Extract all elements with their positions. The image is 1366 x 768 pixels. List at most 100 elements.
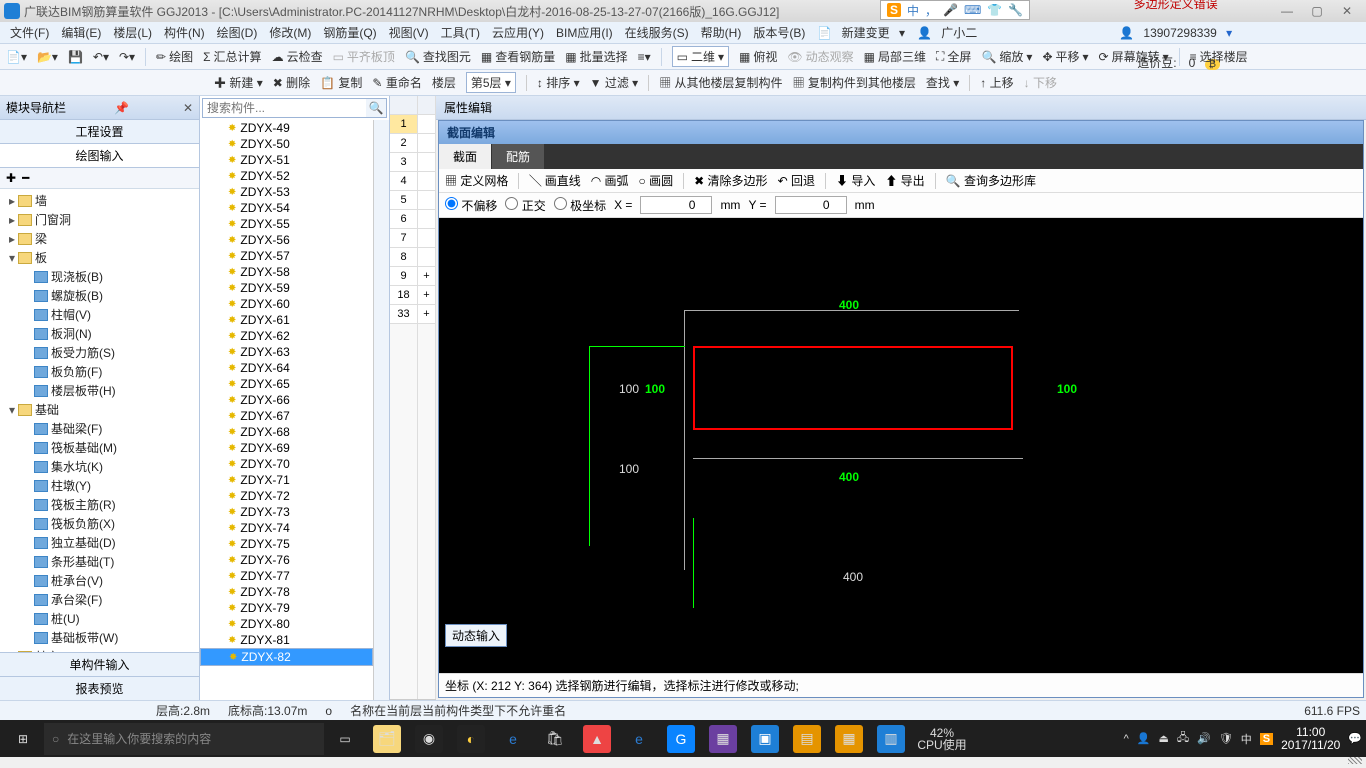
- save-icon[interactable]: 💾: [68, 50, 83, 64]
- cpu-meter[interactable]: 42%CPU使用: [912, 723, 972, 755]
- app-icon-9[interactable]: ▥: [870, 723, 912, 755]
- tree-item[interactable]: ▾板: [0, 248, 199, 267]
- store-icon[interactable]: 🛍: [534, 723, 576, 755]
- ie-icon[interactable]: e: [618, 723, 660, 755]
- draw-line-button[interactable]: ╲ 画直线: [529, 172, 580, 189]
- tray-sogou-icon[interactable]: S: [1260, 733, 1273, 745]
- list-item[interactable]: ✸ZDYX-52: [200, 168, 373, 184]
- tree-item[interactable]: 现浇板(B): [0, 267, 199, 286]
- list-item[interactable]: ✸ZDYX-76: [200, 552, 373, 568]
- draw-button[interactable]: ✏ 绘图: [156, 48, 193, 65]
- list-item[interactable]: ✸ZDYX-65: [200, 376, 373, 392]
- list-item[interactable]: ✸ZDYX-49: [200, 120, 373, 136]
- export-button[interactable]: ⬆ 导出: [885, 172, 924, 189]
- tree-item[interactable]: 筏板负筋(X): [0, 514, 199, 533]
- tray-volume-icon[interactable]: 🔊: [1197, 732, 1211, 745]
- tree-item[interactable]: 柱墩(Y): [0, 476, 199, 495]
- app-icon-7[interactable]: ▤: [786, 723, 828, 755]
- tree-item[interactable]: 桩(U): [0, 609, 199, 628]
- search-input[interactable]: [203, 99, 366, 117]
- local-3d-button[interactable]: ▦ 局部三维: [864, 48, 926, 65]
- collapse-all-icon[interactable]: ━: [22, 171, 29, 185]
- tab-single-input[interactable]: 单构件输入: [0, 652, 199, 676]
- list-item[interactable]: ✸ZDYX-68: [200, 424, 373, 440]
- menu-view[interactable]: 视图(V): [383, 22, 435, 43]
- tray-network-icon[interactable]: 🖧: [1177, 729, 1189, 748]
- tree-item[interactable]: 板受力筋(S): [0, 343, 199, 362]
- list-item[interactable]: ✸ZDYX-75: [200, 536, 373, 552]
- menu-edit[interactable]: 编辑(E): [55, 22, 107, 43]
- draw-arc-button[interactable]: ◠ 画弧: [591, 172, 629, 189]
- import-button[interactable]: ⬇ 导入: [836, 172, 875, 189]
- tree-item[interactable]: ▸门窗洞: [0, 210, 199, 229]
- app-icon-3[interactable]: ▲: [576, 723, 618, 755]
- tree-item[interactable]: 基础梁(F): [0, 419, 199, 438]
- tray-people-icon[interactable]: 👤: [1137, 732, 1151, 745]
- copy-button[interactable]: 📋 复制: [320, 74, 362, 91]
- sort-button[interactable]: ↕ 排序 ▾: [537, 74, 580, 91]
- tab-draw-input[interactable]: 绘图输入: [0, 144, 199, 168]
- app-icon-6[interactable]: ▣: [744, 723, 786, 755]
- clear-polygon-button[interactable]: ✖ 清除多边形: [694, 172, 767, 189]
- tree-item[interactable]: 独立基础(D): [0, 533, 199, 552]
- menu-cloud[interactable]: 云应用(Y): [486, 22, 550, 43]
- list-item[interactable]: ✸ZDYX-81: [200, 632, 373, 648]
- delete-button[interactable]: ✖ 删除: [273, 74, 310, 91]
- tree-item[interactable]: 楼层板带(H): [0, 381, 199, 400]
- tab-section[interactable]: 截面: [439, 144, 491, 169]
- app-icon-8[interactable]: ▦: [828, 723, 870, 755]
- app-icon-4[interactable]: G: [660, 723, 702, 755]
- filter-button[interactable]: ▼ 过滤 ▾: [590, 74, 639, 91]
- ime-lang[interactable]: 中: [907, 2, 919, 19]
- menu-component[interactable]: 构件(N): [158, 22, 211, 43]
- settings-icon[interactable]: 🔧: [1008, 3, 1023, 17]
- list-item[interactable]: ✸ZDYX-80: [200, 616, 373, 632]
- section-rect[interactable]: [693, 346, 1013, 430]
- taskbar-clock[interactable]: 11:002017/11/20: [1281, 726, 1340, 752]
- list-item[interactable]: ✸ZDYX-79: [200, 600, 373, 616]
- explorer-icon[interactable]: 🗂: [366, 723, 408, 755]
- fullscreen-button[interactable]: ⛶ 全屏: [936, 48, 971, 65]
- undo-icon[interactable]: ↶▾: [93, 50, 109, 64]
- list-scrollbar[interactable]: [373, 120, 389, 700]
- tray-shield-icon[interactable]: 🛡: [1219, 732, 1233, 745]
- list-item[interactable]: ✸ZDYX-72: [200, 488, 373, 504]
- screen-rotate-button[interactable]: ⟳ 屏幕旋转 ▾: [1099, 48, 1169, 65]
- tree-item[interactable]: 条形基础(T): [0, 552, 199, 571]
- search-button[interactable]: 🔍: [366, 99, 386, 117]
- menu-modify[interactable]: 修改(M): [263, 22, 317, 43]
- list-item[interactable]: ✸ZDYX-60: [200, 296, 373, 312]
- list-item[interactable]: ✸ZDYX-64: [200, 360, 373, 376]
- nav-close-icon[interactable]: ✕: [183, 101, 193, 115]
- zoom-button[interactable]: 🔍 缩放 ▾: [981, 48, 1032, 65]
- app-icon-2[interactable]: ◐: [450, 723, 492, 755]
- expand-all-icon[interactable]: ✚: [6, 171, 16, 185]
- draw-circle-button[interactable]: ○ 画圆: [639, 172, 674, 189]
- list-item[interactable]: ✸ZDYX-63: [200, 344, 373, 360]
- menu-tools[interactable]: 工具(T): [435, 22, 486, 43]
- component-list[interactable]: ✸ZDYX-49✸ZDYX-50✸ZDYX-51✸ZDYX-52✸ZDYX-53…: [200, 120, 373, 700]
- action-center-icon[interactable]: 💬: [1348, 732, 1362, 745]
- undo-button[interactable]: ↶ 回退: [778, 172, 815, 189]
- list-item[interactable]: ✸ZDYX-56: [200, 232, 373, 248]
- move-up-button[interactable]: ↑ 上移: [980, 74, 1013, 91]
- tray-usb-icon[interactable]: ⏏: [1158, 732, 1168, 745]
- keyboard-icon[interactable]: ⌨: [964, 3, 981, 17]
- menu-bim[interactable]: BIM应用(I): [550, 22, 619, 43]
- list-item[interactable]: ✸ZDYX-51: [200, 152, 373, 168]
- list-item[interactable]: ✸ZDYX-55: [200, 216, 373, 232]
- polar-radio[interactable]: 极坐标: [554, 197, 606, 214]
- pan-button[interactable]: ✥ 平移 ▾: [1042, 48, 1088, 65]
- tray-up-icon[interactable]: ^: [1124, 733, 1129, 745]
- menu-floor[interactable]: 楼层(L): [107, 22, 158, 43]
- move-down-button[interactable]: ↓ 下移: [1024, 74, 1057, 91]
- query-polygon-button[interactable]: 🔍 查询多边形库: [946, 172, 1036, 189]
- tree-item[interactable]: ▸墙: [0, 191, 199, 210]
- ime-toolbar[interactable]: S 中 ， 🎤 ⌨ 👕 🔧: [880, 0, 1030, 20]
- list-item[interactable]: ✸ZDYX-77: [200, 568, 373, 584]
- new-file-icon[interactable]: 📄▾: [6, 50, 27, 64]
- tree-item[interactable]: 板洞(N): [0, 324, 199, 343]
- task-view-icon[interactable]: ▭: [324, 723, 366, 755]
- list-item[interactable]: ✸ZDYX-69: [200, 440, 373, 456]
- list-item[interactable]: ✸ZDYX-62: [200, 328, 373, 344]
